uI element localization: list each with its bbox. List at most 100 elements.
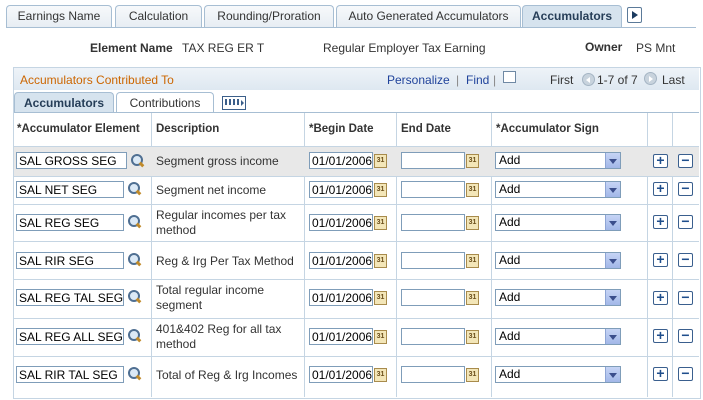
- next-row-icon[interactable]: [644, 72, 657, 85]
- tab-auto-generated-accumulators[interactable]: Auto Generated Accumulators: [336, 5, 521, 27]
- accumulator-sign-select[interactable]: Add: [495, 366, 621, 383]
- delete-row-button[interactable]: −: [678, 290, 693, 305]
- delete-row-button[interactable]: −: [678, 153, 693, 168]
- add-row-button[interactable]: +: [653, 153, 668, 168]
- end-date-input[interactable]: [401, 152, 465, 169]
- calendar-icon[interactable]: 31: [466, 154, 479, 168]
- end-date-input[interactable]: [401, 328, 465, 345]
- delete-row-button[interactable]: −: [678, 252, 693, 267]
- end-date-input[interactable]: [401, 366, 465, 383]
- calendar-icon[interactable]: 31: [374, 368, 387, 382]
- view-all-icon[interactable]: [503, 71, 516, 83]
- accumulator-element-input[interactable]: SAL RIR TAL SEG: [16, 366, 124, 383]
- chevron-down-icon: [605, 290, 620, 305]
- select-value: Add: [499, 182, 521, 196]
- accumulator-sign-select[interactable]: Add: [495, 181, 621, 198]
- calendar-icon[interactable]: 31: [466, 216, 479, 230]
- col-accumulator-sign[interactable]: *Accumulator Sign: [496, 113, 599, 146]
- accumulator-element-input[interactable]: SAL REG TAL SEG: [16, 289, 124, 306]
- delete-row-button[interactable]: −: [678, 181, 693, 196]
- element-name-label: Element Name: [90, 41, 173, 55]
- lookup-icon[interactable]: [127, 290, 141, 304]
- end-date-input[interactable]: [401, 252, 465, 269]
- calendar-icon[interactable]: 31: [374, 291, 387, 305]
- lookup-icon[interactable]: [127, 182, 141, 196]
- calendar-icon[interactable]: 31: [466, 291, 479, 305]
- row-range: 1-7 of 7: [597, 73, 638, 87]
- delete-row-button[interactable]: −: [678, 214, 693, 229]
- tab-earnings-name[interactable]: Earnings Name: [6, 5, 112, 27]
- chevron-down-icon: [605, 182, 620, 197]
- accumulator-sign-select[interactable]: Add: [495, 152, 621, 169]
- begin-date-input[interactable]: 01/01/2006: [309, 152, 373, 169]
- calendar-icon[interactable]: 31: [374, 330, 387, 344]
- add-row-button[interactable]: +: [653, 328, 668, 343]
- personalize-link[interactable]: Personalize: [387, 73, 450, 87]
- find-link[interactable]: Find: [466, 73, 489, 87]
- grid-divider: [14, 318, 699, 319]
- element-name-value: TAX REG ER T: [182, 41, 265, 55]
- add-row-button[interactable]: +: [653, 366, 668, 381]
- begin-date-input[interactable]: 01/01/2006: [309, 214, 373, 231]
- accumulator-sign-select[interactable]: Add: [495, 214, 621, 231]
- next-tab-arrow-icon[interactable]: [627, 7, 642, 23]
- col-end-date[interactable]: End Date: [401, 113, 451, 146]
- nav-separator: |: [456, 73, 460, 87]
- accumulator-sign-select[interactable]: Add: [495, 289, 621, 306]
- grid-divider: [14, 204, 699, 205]
- tab-calculation[interactable]: Calculation: [115, 5, 202, 27]
- begin-date-input[interactable]: 01/01/2006: [309, 181, 373, 198]
- grid-divider: [14, 241, 699, 242]
- add-row-button[interactable]: +: [653, 214, 668, 229]
- select-value: Add: [499, 253, 521, 267]
- calendar-icon[interactable]: 31: [466, 183, 479, 197]
- add-row-button[interactable]: +: [653, 252, 668, 267]
- accumulator-element-input[interactable]: SAL REG ALL SEG: [16, 328, 124, 345]
- select-value: Add: [499, 329, 521, 343]
- delete-row-button[interactable]: −: [678, 328, 693, 343]
- calendar-icon[interactable]: 31: [466, 254, 479, 268]
- lookup-icon[interactable]: [127, 215, 141, 229]
- end-date-input[interactable]: [401, 214, 465, 231]
- col-accumulator-element[interactable]: *Accumulator Element: [17, 113, 140, 146]
- lookup-icon[interactable]: [127, 253, 141, 267]
- lookup-icon[interactable]: [127, 367, 141, 381]
- previous-row-icon[interactable]: [582, 73, 595, 86]
- owner-value: PS Mnt: [636, 41, 676, 55]
- select-value: Add: [499, 215, 521, 229]
- show-all-columns-icon[interactable]: [222, 96, 246, 110]
- begin-date-input[interactable]: 01/01/2006: [309, 252, 373, 269]
- accumulator-element-input[interactable]: SAL GROSS SEG: [16, 152, 127, 169]
- calendar-icon[interactable]: 31: [466, 368, 479, 382]
- owner-label: Owner: [585, 40, 623, 54]
- accumulator-element-input[interactable]: SAL NET SEG: [16, 181, 124, 198]
- subtab-accumulators[interactable]: Accumulators: [14, 92, 114, 113]
- begin-date-input[interactable]: 01/01/2006: [309, 328, 373, 345]
- accumulator-sign-select[interactable]: Add: [495, 328, 621, 345]
- col-begin-date[interactable]: *Begin Date: [309, 113, 374, 146]
- tab-accumulators[interactable]: Accumulators: [522, 5, 622, 28]
- accumulator-element-input[interactable]: SAL REG SEG: [16, 214, 124, 231]
- accumulator-sign-select[interactable]: Add: [495, 252, 621, 269]
- add-row-button[interactable]: +: [653, 181, 668, 196]
- chevron-down-icon: [605, 215, 620, 230]
- end-date-input[interactable]: [401, 289, 465, 306]
- subtab-contributions[interactable]: Contributions: [116, 92, 214, 113]
- lookup-icon[interactable]: [127, 329, 141, 343]
- grid-divider: [14, 279, 699, 280]
- col-description[interactable]: Description: [156, 113, 219, 146]
- calendar-icon[interactable]: 31: [374, 216, 387, 230]
- delete-row-button[interactable]: −: [678, 366, 693, 381]
- calendar-icon[interactable]: 31: [374, 254, 387, 268]
- end-date-input[interactable]: [401, 181, 465, 198]
- lookup-icon[interactable]: [130, 154, 144, 168]
- accumulator-element-input[interactable]: SAL RIR SEG: [16, 252, 124, 269]
- tab-rounding-proration[interactable]: Rounding/Proration: [204, 5, 334, 27]
- calendar-icon[interactable]: 31: [466, 330, 479, 344]
- select-value: Add: [499, 367, 521, 381]
- begin-date-input[interactable]: 01/01/2006: [309, 289, 373, 306]
- calendar-icon[interactable]: 31: [374, 154, 387, 168]
- begin-date-input[interactable]: 01/01/2006: [309, 366, 373, 383]
- calendar-icon[interactable]: 31: [374, 183, 387, 197]
- add-row-button[interactable]: +: [653, 290, 668, 305]
